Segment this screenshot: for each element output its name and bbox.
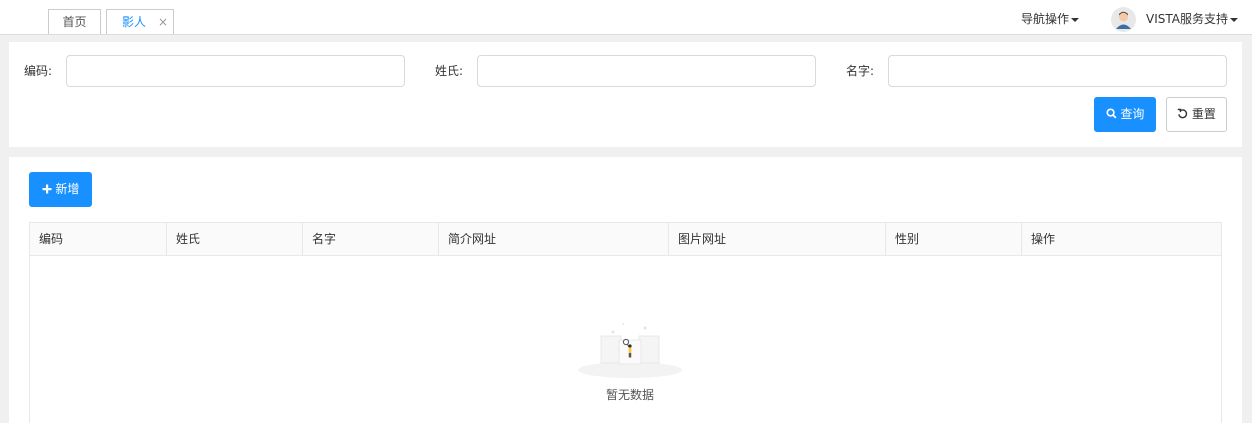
column-header-surname[interactable]: 姓氏 <box>167 223 303 256</box>
column-header-actions[interactable]: 操作 <box>1022 223 1221 256</box>
reset-label: 重置 <box>1191 107 1216 121</box>
empty-text: 暂无数据 <box>605 388 654 402</box>
surname-label: 姓氏: <box>435 64 464 78</box>
tab-actors[interactable]: 影人 × <box>106 9 174 34</box>
add-button[interactable]: 新增 <box>29 172 92 207</box>
top-bar: 首页 影人 × 导航操作 VISTA服务支持 <box>0 0 1252 35</box>
user-name: VISTA服务支持 <box>1146 12 1228 26</box>
column-header-intro-url[interactable]: 简介网址 <box>439 223 669 256</box>
caret-down-icon <box>1229 17 1238 22</box>
query-label: 查询 <box>1120 107 1145 121</box>
reset-button[interactable]: 重置 <box>1166 97 1227 132</box>
tab-actors-label: 影人 <box>122 15 147 29</box>
add-label: 新增 <box>55 182 80 196</box>
close-icon[interactable]: × <box>158 10 168 34</box>
column-header-code[interactable]: 编码 <box>30 223 167 256</box>
tab-home-label: 首页 <box>62 15 87 29</box>
column-header-gender[interactable]: 性别 <box>886 223 1022 256</box>
data-table: 编码 姓氏 名字 简介网址 图片网址 性别 操作 暂无数据 <box>29 222 1222 423</box>
name-input[interactable] <box>888 55 1227 87</box>
main-panel: 新增 编码 姓氏 名字 简介网址 图片网址 性别 操作 暂无数据 <box>9 157 1242 423</box>
table-header: 编码 姓氏 名字 简介网址 图片网址 性别 操作 <box>30 223 1221 256</box>
code-input[interactable] <box>66 55 405 87</box>
query-button[interactable]: 查询 <box>1094 97 1156 132</box>
plus-icon <box>42 184 52 194</box>
tab-home[interactable]: 首页 <box>48 9 101 34</box>
column-header-name[interactable]: 名字 <box>303 223 439 256</box>
empty-illustration-icon <box>578 323 682 378</box>
user-menu[interactable]: VISTA服务支持 <box>1146 10 1238 27</box>
avatar[interactable] <box>1111 7 1136 32</box>
column-header-image-url[interactable]: 图片网址 <box>669 223 886 256</box>
code-label: 编码: <box>24 64 53 78</box>
caret-down-icon <box>1071 17 1080 22</box>
user-avatar-icon <box>1111 7 1136 32</box>
surname-input[interactable] <box>477 55 816 87</box>
search-panel: 编码: 姓氏: 名字: 查询 重置 <box>9 42 1242 147</box>
nav-operations-dropdown[interactable]: 导航操作 <box>1021 10 1080 27</box>
empty-state: 暂无数据 <box>575 318 685 402</box>
reset-icon <box>1177 108 1188 119</box>
name-label: 名字: <box>846 64 875 78</box>
search-icon <box>1106 108 1117 119</box>
nav-operations-label: 导航操作 <box>1021 12 1070 26</box>
